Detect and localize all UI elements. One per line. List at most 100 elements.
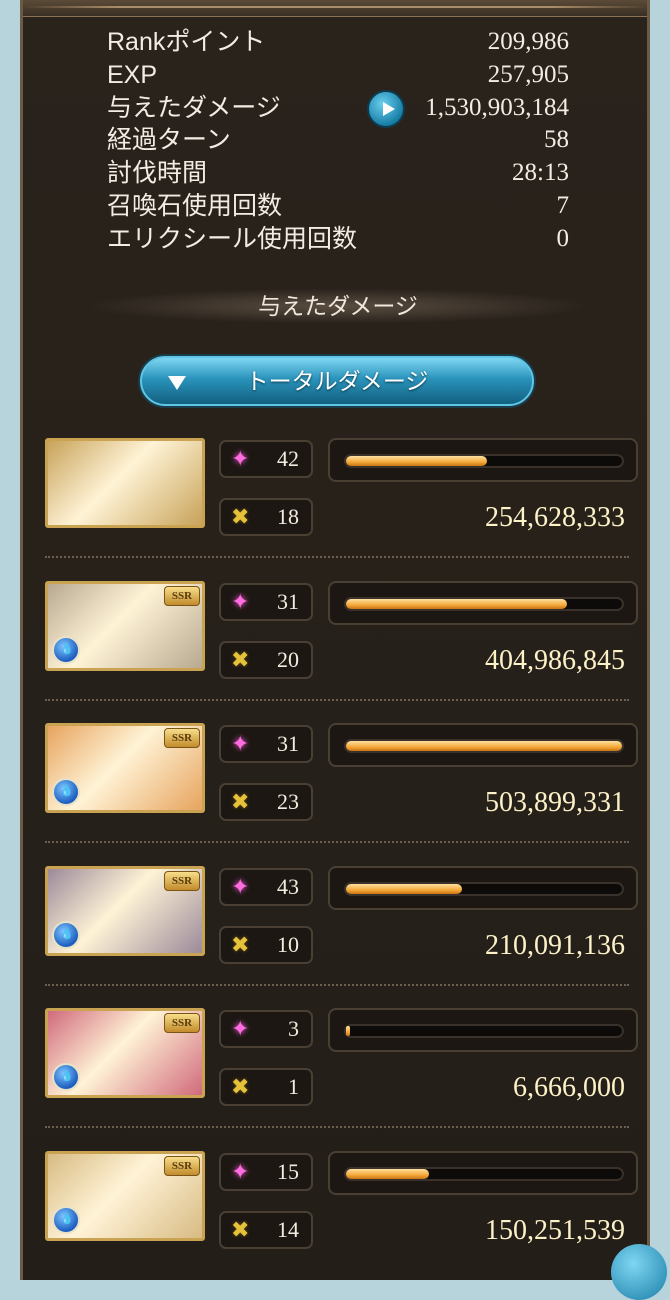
stat-label: EXP [107, 60, 158, 89]
stat-label: 召喚石使用回数 [107, 191, 283, 220]
rarity-badge: SSR [164, 870, 200, 891]
row-divider [45, 841, 629, 843]
damage-total: 6,666,000 [513, 1072, 625, 1103]
damage-bar-track [344, 1024, 624, 1038]
attack-count: 23 [277, 789, 299, 814]
skill-count: 31 [277, 731, 299, 756]
row-divider [45, 698, 629, 701]
damage-bar-track [344, 596, 624, 611]
attack-count-badge: ✖ 1 [219, 1068, 313, 1106]
stat-turns: 経過ターン 58 [107, 124, 569, 157]
skill-count-badge: ✦ 15 [219, 1152, 313, 1191]
rarity-badge: SSR [164, 1155, 200, 1176]
character-portrait[interactable]: SSR [45, 865, 205, 956]
damage-bar [328, 1150, 638, 1195]
damage-bar-fill [346, 741, 622, 751]
stat-value: 1,530,903,184 [425, 93, 569, 121]
attack-count-badge: ✖ 20 [219, 640, 313, 679]
water-element-icon [52, 920, 80, 949]
damage-total: 254,628,333 [485, 502, 625, 533]
skill-count-badge: ✦ 43 [219, 867, 313, 906]
skill-count: 43 [277, 873, 299, 899]
play-icon[interactable] [367, 89, 405, 128]
stat-label: Rankポイント [107, 28, 266, 56]
stat-value: 257,905 [487, 60, 569, 88]
stat-summon-uses: 召喚石使用回数 7 [107, 190, 569, 223]
stat-elixir-uses: エリクシール使用回数 0 [107, 223, 569, 256]
rarity-badge: SSR [164, 1013, 200, 1033]
skill-count-badge: ✦ 31 [219, 725, 313, 763]
stat-exp: EXP 257,905 [107, 59, 569, 92]
damage-bar-track [344, 881, 624, 896]
damage-total: 503,899,331 [485, 787, 625, 818]
sparkle-icon: ✦ [231, 873, 250, 899]
character-portrait[interactable]: SSR [45, 723, 205, 813]
character-portrait[interactable] [45, 438, 205, 528]
damage-bar-fill [346, 1026, 350, 1036]
sparkle-icon: ✦ [231, 588, 250, 614]
attack-count-badge: ✖ 23 [219, 783, 313, 821]
damage-total: 404,986,845 [485, 644, 625, 676]
character-portrait[interactable]: SSR [45, 1150, 205, 1241]
damage-bar-fill [346, 598, 567, 609]
attack-count-badge: ✖ 14 [219, 1210, 313, 1249]
damage-total: 210,091,136 [485, 929, 625, 961]
sparkle-icon: ✦ [231, 1158, 250, 1184]
crossed-swords-icon: ✖ [231, 931, 250, 957]
water-element-icon [52, 778, 80, 806]
damage-bar-track [344, 454, 624, 468]
character-portrait[interactable]: SSR [45, 1008, 205, 1098]
skill-count: 31 [277, 588, 299, 614]
damage-bar-track [344, 739, 624, 753]
rarity-badge: SSR [164, 728, 200, 748]
dropdown-label: トータルダメージ [245, 368, 429, 394]
corner-button[interactable] [611, 1244, 667, 1300]
damage-bar [328, 580, 638, 625]
ornament-line [23, 6, 647, 8]
skill-count: 42 [277, 446, 299, 471]
damage-bar [328, 438, 638, 482]
attack-count-badge: ✖ 18 [219, 498, 313, 536]
stat-value: 7 [556, 191, 570, 219]
character-row: SSR ✦ 15 ✖ 14 150,251,539 [23, 1150, 647, 1293]
stat-value: 58 [544, 126, 569, 154]
stat-label: 討伐時間 [107, 159, 208, 188]
row-divider [45, 1126, 629, 1128]
stat-value: 0 [556, 224, 570, 252]
water-element-icon [52, 635, 80, 664]
damage-total: 150,251,539 [485, 1214, 625, 1246]
attack-count-badge: ✖ 10 [219, 925, 313, 964]
attack-count: 18 [277, 504, 299, 529]
character-row: SSR ✦ 43 ✖ 10 210,091,136 [23, 865, 647, 1008]
rarity-badge: SSR [164, 585, 200, 606]
crossed-swords-icon: ✖ [231, 789, 250, 814]
stat-value: 28:13 [512, 159, 569, 187]
battle-stats: Rankポイント 209,986 EXP 257,905 与えたダメージ 1,5… [107, 26, 569, 256]
sparkle-icon: ✦ [231, 446, 250, 471]
section-title: 与えたダメージ [83, 288, 593, 324]
panel-top-border [23, 0, 647, 17]
row-divider [45, 556, 629, 558]
stat-damage-dealt: 与えたダメージ 1,530,903,184 [107, 89, 569, 128]
attack-count: 14 [277, 1216, 299, 1242]
character-portrait[interactable]: SSR [45, 580, 205, 671]
skill-count: 3 [288, 1016, 299, 1041]
damage-bar [328, 723, 638, 767]
stat-label: エリクシール使用回数 [107, 224, 358, 253]
stat-label: 経過ターン [107, 126, 231, 155]
skill-count-badge: ✦ 3 [219, 1010, 313, 1048]
sparkle-icon: ✦ [231, 1016, 250, 1041]
damage-bar [328, 865, 638, 910]
damage-type-dropdown[interactable]: トータルダメージ [140, 356, 534, 406]
attack-count: 20 [277, 646, 299, 672]
attack-count: 10 [277, 931, 299, 957]
damage-bar [328, 1008, 638, 1052]
crossed-swords-icon: ✖ [231, 646, 250, 672]
damage-bar-fill [346, 456, 487, 466]
skill-count: 15 [277, 1158, 299, 1184]
character-row: SSR ✦ 31 ✖ 23 503,899,331 [23, 723, 647, 865]
row-divider [45, 983, 629, 986]
stat-rank-points: Rankポイント 209,986 [107, 26, 569, 59]
skill-count-badge: ✦ 31 [219, 582, 313, 621]
damage-bar-fill [346, 1168, 429, 1179]
